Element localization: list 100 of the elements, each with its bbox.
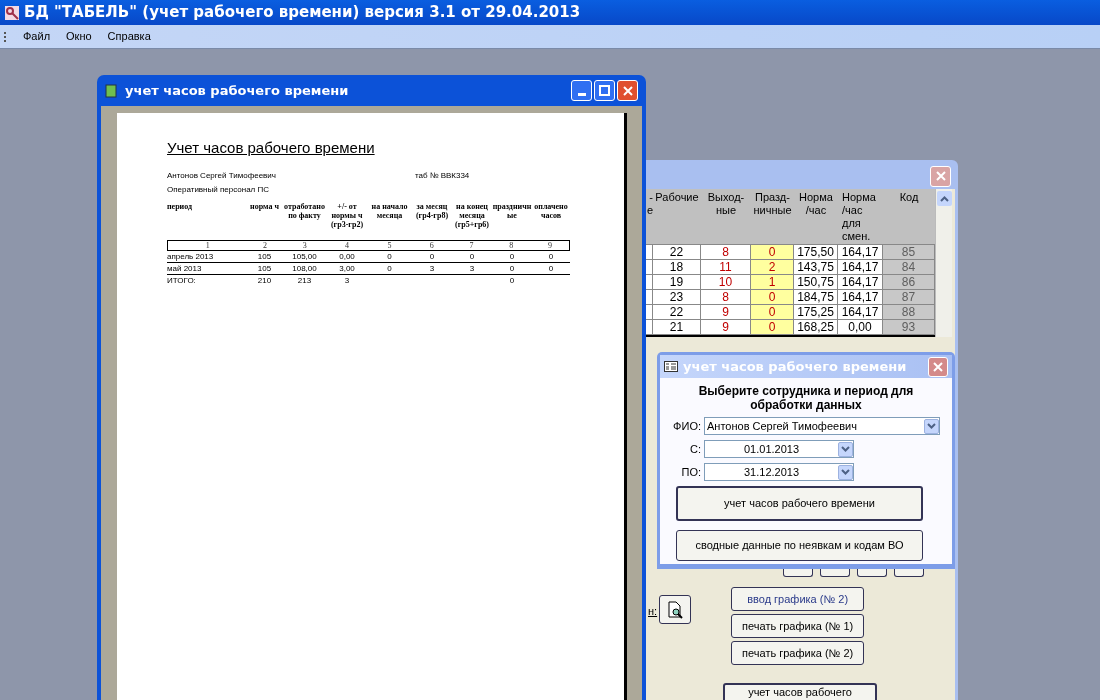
table-cell: 0 <box>751 245 794 260</box>
report-heading: Учет часов рабочего времени <box>167 138 375 158</box>
field-label: н: <box>648 604 658 619</box>
column-number: 3 <box>301 240 308 250</box>
column-header: Норма /час для смен. <box>841 190 877 244</box>
column-number: 4 <box>344 240 351 250</box>
graph-button[interactable]: печать графика (№ 2) <box>731 641 865 665</box>
table-cell: 9 <box>701 320 751 335</box>
column-header: период <box>167 201 194 213</box>
table-cell: 23 <box>653 290 701 305</box>
column-header: Выход- ные <box>706 190 746 218</box>
menu-item[interactable]: Окно <box>66 28 92 45</box>
column-header: Код <box>898 190 920 205</box>
table-cell-text: 105 <box>256 250 273 262</box>
total-cell-text: 213 <box>296 274 313 287</box>
report-button[interactable]: учет часов рабочего <box>723 683 877 700</box>
column-header: на конец месяца (гр5+гр6) <box>453 201 491 231</box>
field-label: С: <box>689 441 702 457</box>
table-cell-text: 105 <box>256 262 273 274</box>
dialog-title: учет часов рабочего времени <box>683 357 908 376</box>
table-cell: 18 <box>653 260 701 275</box>
date-combobox[interactable]: 31.12.2013 <box>704 463 854 481</box>
column-header: норма ч <box>249 201 280 213</box>
table-cell: 0 <box>751 305 794 320</box>
table-cell-text: 3,00 <box>338 262 356 274</box>
department: Оперативный персонал ПС <box>167 183 270 196</box>
action-button[interactable]: учет часов рабочего времени <box>676 486 923 521</box>
table-cell: 22 <box>653 305 701 320</box>
column-header: Рабочие <box>654 190 700 205</box>
action-button[interactable]: сводные данные по неявкам и кодам ВО <box>676 530 923 561</box>
table-cell: 168,25 <box>794 320 838 335</box>
table-cell-text: апрель 2013 <box>167 250 215 262</box>
table-cell: 150,75 <box>794 275 838 290</box>
table-cell: 164,17 <box>838 305 883 320</box>
total-cell-text: 0 <box>508 274 516 287</box>
table-cell-text: 108,00 <box>291 262 318 274</box>
table-cell: 164,17 <box>838 275 883 290</box>
table-cell: 184,75 <box>794 290 838 305</box>
table-cell: 9 <box>701 305 751 320</box>
table-cell: 85 <box>883 245 935 260</box>
employee-name: Антонов Сергей Тимофеевич <box>167 169 277 182</box>
total-cell-text: 3 <box>343 274 351 287</box>
total-cell-text: 210 <box>256 274 273 287</box>
column-header: отработано по факту <box>283 201 326 222</box>
table-cell: 175,50 <box>794 245 838 260</box>
field-label: ФИО: <box>672 418 702 434</box>
column-header: +/- от нормы ч (гр3-гр2) <box>329 201 365 231</box>
app-title: БД "ТАБЕЛЬ" (учет рабочего времени) версия 3.1 от 29.04.2013 <box>24 2 581 24</box>
table-cell: 8 <box>701 245 751 260</box>
table-cell-text: 0 <box>547 250 555 262</box>
column-header: за месяц (гр4-гр8) <box>414 201 450 222</box>
table-cell: 10 <box>701 275 751 290</box>
table-cell-text: 0 <box>386 262 393 274</box>
table-cell-text: 0 <box>468 250 476 262</box>
column-number: 1 <box>204 240 211 250</box>
employee-combobox[interactable]: Антонов Сергей Тимофеевич <box>704 417 940 435</box>
table-cell: 1 <box>751 275 794 290</box>
column-header: - е <box>645 190 653 218</box>
table-cell: 175,25 <box>794 305 838 320</box>
table-cell-text: 0,00 <box>338 250 356 262</box>
table-cell: 84 <box>883 260 935 275</box>
column-number: 2 <box>262 240 268 250</box>
prompt-text: Выберите сотрудника и период для обработки данных <box>697 384 915 412</box>
table-cell-text: 3 <box>468 262 476 274</box>
table-cell: 21 <box>653 320 701 335</box>
table-cell-text: 105,00 <box>291 250 318 262</box>
table-cell: 164,17 <box>838 290 883 305</box>
date-combobox[interactable]: 01.01.2013 <box>704 440 854 458</box>
table-cell: 0 <box>751 290 794 305</box>
table-cell: 93 <box>883 320 935 335</box>
table-cell-text: 3 <box>428 262 436 274</box>
table-cell: 164,17 <box>838 245 883 260</box>
table-cell-text: 0 <box>386 250 393 262</box>
column-number: 5 <box>386 240 393 250</box>
table-cell-text: 0 <box>508 250 516 262</box>
graph-button[interactable]: печать графика (№ 1) <box>731 614 865 638</box>
menu-item[interactable]: Файл <box>23 28 51 45</box>
column-header: Норма /час <box>798 190 834 218</box>
table-cell: 0 <box>751 320 794 335</box>
menu-item[interactable]: Справка <box>107 28 151 45</box>
table-cell-text: май 2013 <box>167 262 203 274</box>
table-cell-text: 0 <box>428 250 436 262</box>
column-header: праздничные <box>492 201 532 222</box>
table-cell: 0,00 <box>838 320 883 335</box>
graph-button[interactable]: ввод графика (№ 2) <box>731 587 865 611</box>
column-number: 9 <box>547 240 554 250</box>
table-cell: 2 <box>751 260 794 275</box>
column-number: 6 <box>428 240 435 250</box>
table-cell: 8 <box>701 290 751 305</box>
table-cell: 87 <box>883 290 935 305</box>
table-cell-text: 0 <box>547 262 555 274</box>
tab-number: таб № ВВК334 <box>415 169 470 182</box>
column-header: оплачено часов <box>533 201 569 222</box>
field-label: ПО: <box>680 464 702 480</box>
column-header: Празд- ничные <box>752 190 793 218</box>
table-cell: 86 <box>883 275 935 290</box>
table-cell: 143,75 <box>794 260 838 275</box>
total-cell-text: ИТОГО: <box>167 274 197 287</box>
column-header: на начало месяца <box>370 201 409 222</box>
table-cell: 19 <box>653 275 701 290</box>
